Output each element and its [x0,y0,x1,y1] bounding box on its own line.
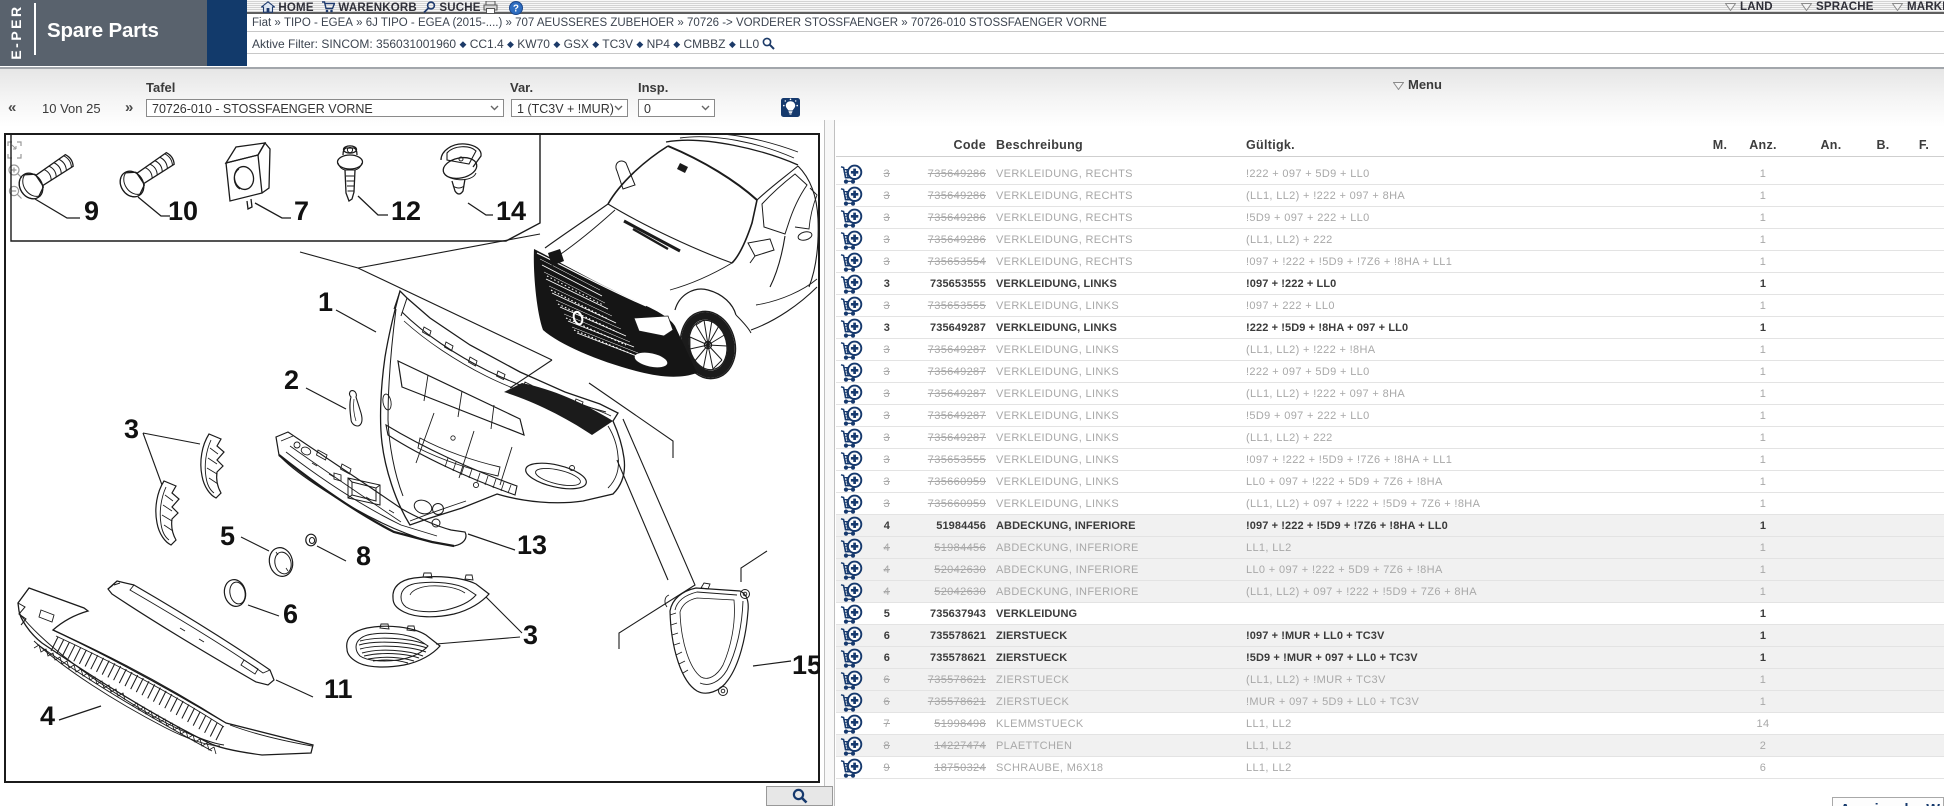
svg-text:1: 1 [318,287,333,317]
svg-text:8: 8 [356,541,371,571]
svg-text:3: 3 [124,414,139,444]
svg-text:15: 15 [792,650,820,680]
svg-text:?: ? [513,4,519,15]
svg-text:9: 9 [84,196,99,226]
svg-text:7: 7 [294,196,309,226]
svg-text:2: 2 [284,365,299,395]
svg-text:14: 14 [496,196,526,226]
svg-text:3: 3 [523,620,538,650]
svg-text:11: 11 [324,674,353,704]
svg-text:13: 13 [517,530,547,560]
svg-text:10: 10 [168,196,198,226]
svg-text:4: 4 [40,701,55,731]
svg-text:12: 12 [391,196,421,226]
svg-text:5: 5 [220,521,235,551]
svg-text:6: 6 [283,599,298,629]
